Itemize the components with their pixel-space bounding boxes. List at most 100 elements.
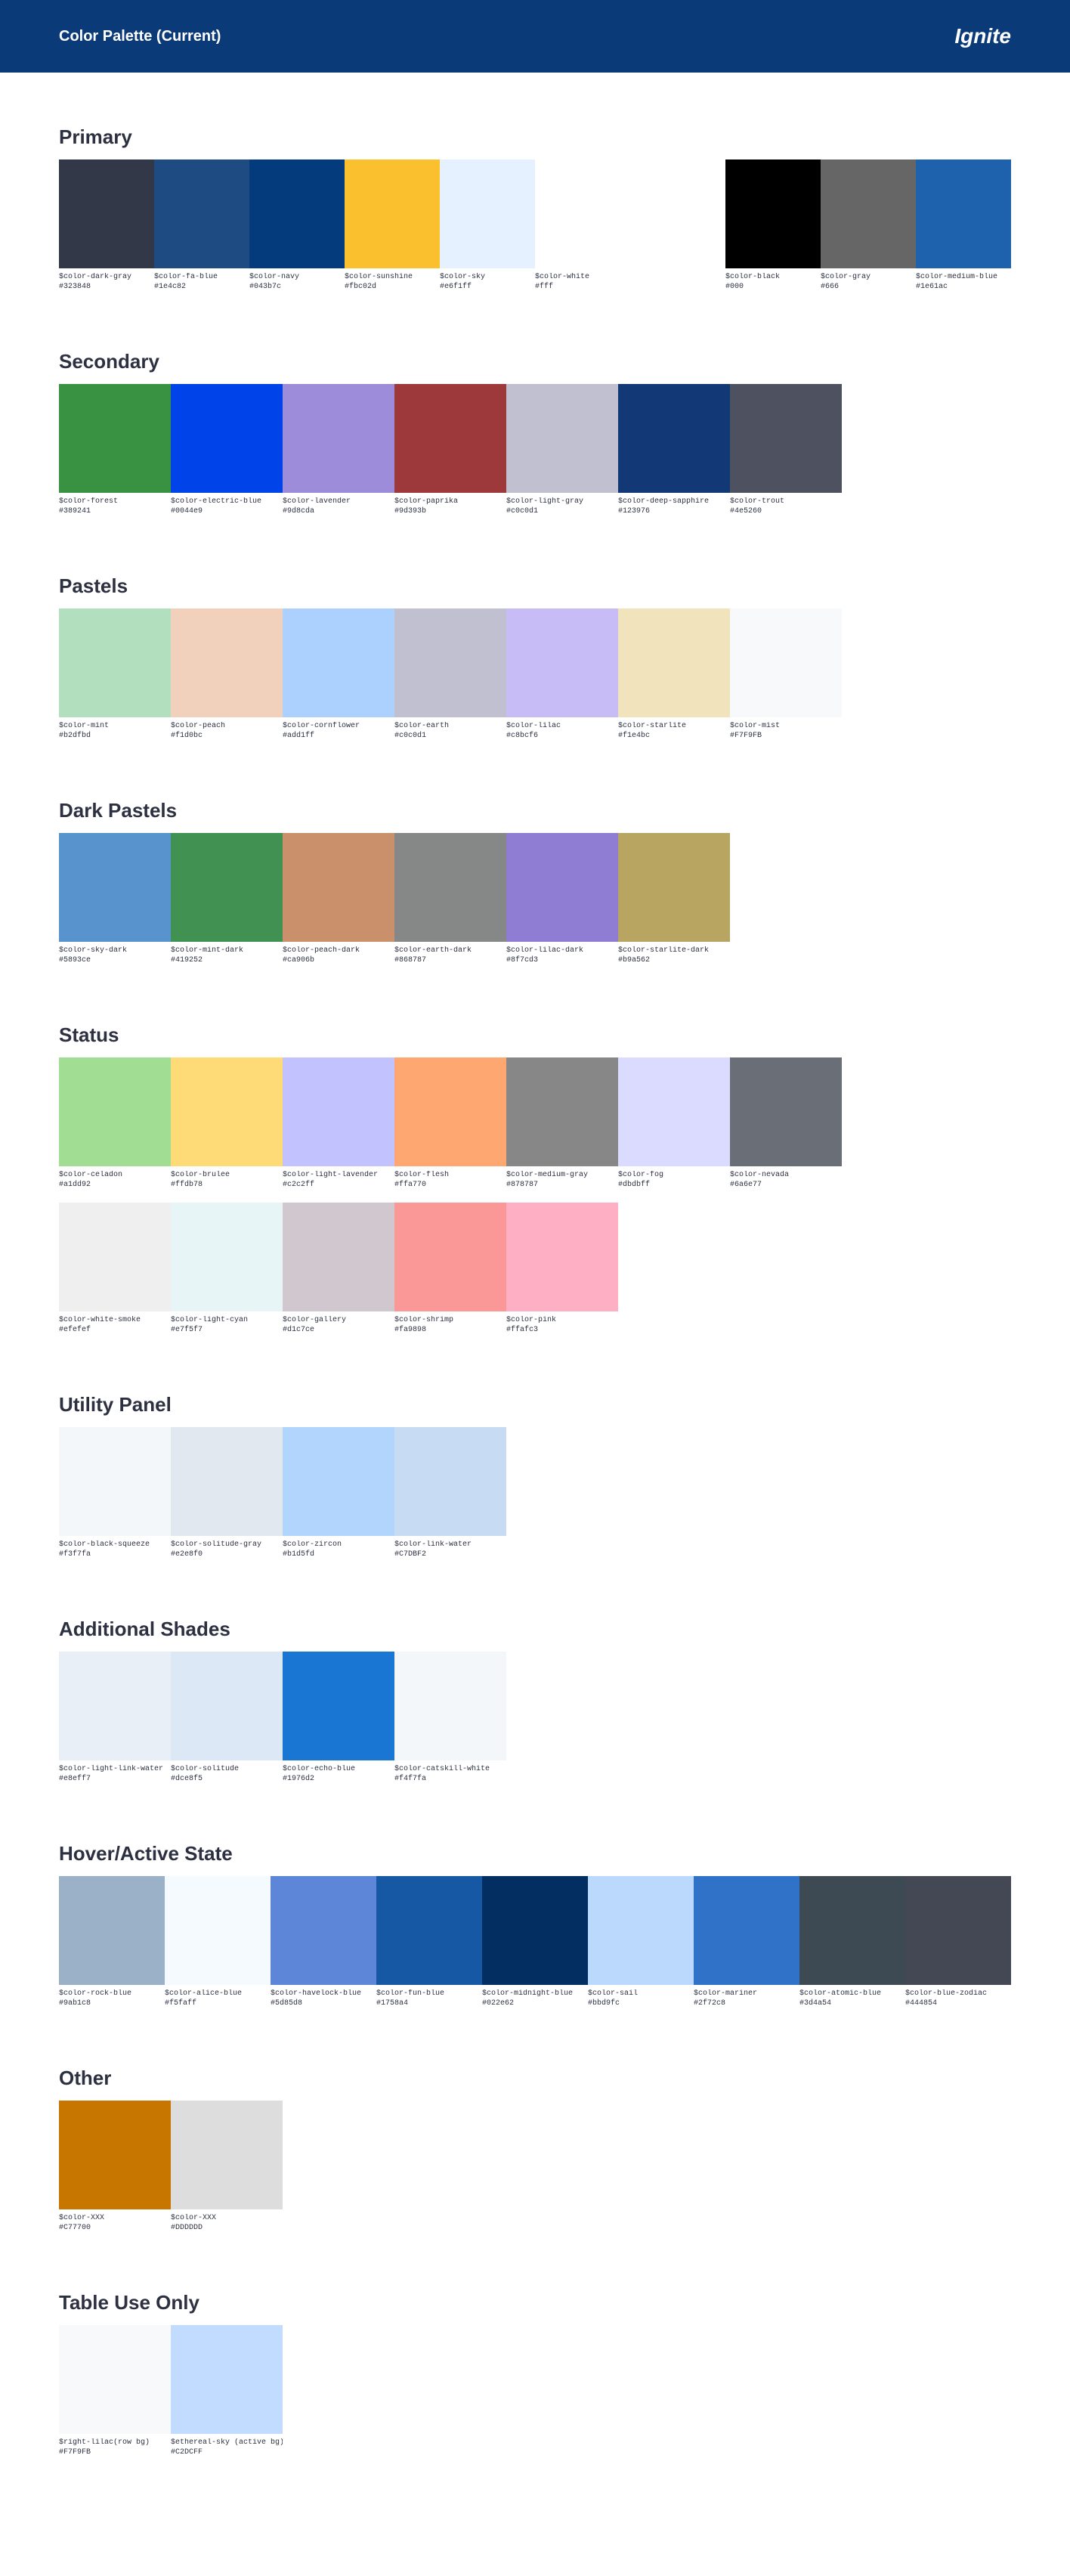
color-swatch: $color-forest#389241 xyxy=(59,384,171,516)
color-swatch: $color-sail#bbd9fc xyxy=(588,1876,694,2008)
color-box xyxy=(588,1876,694,1985)
swatch-name: $color-starlite-dark xyxy=(618,946,730,955)
color-swatch: $color-nevada#6a6e77 xyxy=(730,1057,842,1189)
swatch-hex: #1e61ac xyxy=(916,283,1011,291)
swatch-name: $color-solitude-gray xyxy=(171,1540,283,1549)
color-swatch: $color-sunshine#fbc02d xyxy=(345,159,440,291)
color-box xyxy=(171,833,283,942)
color-swatch: $color-lilac#c8bcf6 xyxy=(506,608,618,740)
color-swatch: $color-light-cyan#e7f5f7 xyxy=(171,1203,283,1334)
color-swatch: $color-gallery#d1c7ce xyxy=(283,1203,394,1334)
swatch-hex: #3d4a54 xyxy=(799,1999,905,2008)
swatch-name: $color-XXX xyxy=(171,2214,283,2222)
color-swatch: $color-echo-blue#1976d2 xyxy=(283,1652,394,1783)
swatch-hex: #ffa770 xyxy=(394,1181,506,1189)
color-swatch: $color-peach#f1d0bc xyxy=(171,608,283,740)
swatch-row: $color-dark-gray#323848$color-fa-blue#1e… xyxy=(59,159,1011,305)
swatch-hex: #2f72c8 xyxy=(694,1999,799,2008)
color-box xyxy=(283,1203,394,1311)
swatch-row: $color-sky-dark#5893ce$color-mint-dark#4… xyxy=(59,833,1011,978)
swatch-hex: #C77700 xyxy=(59,2224,171,2232)
swatch-name: $color-medium-blue xyxy=(916,273,1011,281)
swatch-hex: #ca906b xyxy=(283,956,394,964)
color-swatch: $color-link-water#C7DBF2 xyxy=(394,1427,506,1559)
swatch-row: $color-celadon#a1dd92$color-brulee#ffdb7… xyxy=(59,1057,1011,1348)
swatch-name: $color-flesh xyxy=(394,1171,506,1179)
color-swatch: $color-peach-dark#ca906b xyxy=(283,833,394,964)
color-swatch: $color-medium-blue #1e61ac xyxy=(916,159,1011,291)
section-title: Secondary xyxy=(59,350,1011,373)
color-swatch: $color-sky#e6f1ff xyxy=(440,159,535,291)
section-title: Table Use Only xyxy=(59,2291,1011,2314)
color-swatch: $color-lavender#9d8cda xyxy=(283,384,394,516)
color-box xyxy=(171,1427,283,1536)
swatch-hex: #1976d2 xyxy=(283,1775,394,1783)
color-swatch: $color-lilac-dark#8f7cd3 xyxy=(506,833,618,964)
swatch-name: $color-light-cyan xyxy=(171,1316,283,1324)
swatch-name: $ethereal-sky (active bg) xyxy=(171,2438,283,2447)
swatch-name: $color-white xyxy=(535,273,630,281)
color-swatch: $right-lilac(row bg)#F7F9FB xyxy=(59,2325,171,2457)
swatch-hex: #389241 xyxy=(59,507,171,516)
swatch-name: $color-mariner xyxy=(694,1989,799,1998)
swatch-hex: #C2DCFF xyxy=(171,2448,283,2457)
swatch-hex: #c2c2ff xyxy=(283,1181,394,1189)
color-swatch: $color-fun-blue#1758a4 xyxy=(376,1876,482,2008)
swatch-name: $color-deep-sapphire xyxy=(618,497,730,506)
color-box xyxy=(440,159,535,268)
section-title: Hover/Active State xyxy=(59,1842,1011,1865)
swatch-hex: #c0c0d1 xyxy=(394,732,506,740)
swatch-name: $color-shrimp xyxy=(394,1316,506,1324)
section-hover: Hover/Active State $color-rock-blue#9ab1… xyxy=(59,1842,1011,2021)
content: Primary $color-dark-gray#323848$color-fa… xyxy=(0,73,1070,2576)
color-box xyxy=(59,1652,171,1760)
swatch-name: $color-light-lavender xyxy=(283,1171,394,1179)
color-box xyxy=(725,159,821,268)
swatch-name: $color-black xyxy=(725,273,821,281)
swatch-name: $right-lilac(row bg) xyxy=(59,2438,171,2447)
section-utility: Utility Panel $color-black-squeeze#f3f7f… xyxy=(59,1393,1011,1572)
swatch-hex: #d1c7ce xyxy=(283,1326,394,1334)
color-box xyxy=(165,1876,271,1985)
color-swatch: $color-white #fff xyxy=(535,159,630,291)
color-box xyxy=(506,384,618,493)
swatch-row: $color-black-squeeze#f3f7fa$color-solitu… xyxy=(59,1427,1011,1572)
swatch-name: $color-white-smoke xyxy=(59,1316,171,1324)
section-other: Other $color-XXX#C77700$color-XXX #DDDDDD xyxy=(59,2067,1011,2246)
swatch-hex: #e6f1ff xyxy=(440,283,535,291)
color-swatch: $color-light-link-water#e8eff7 xyxy=(59,1652,171,1783)
swatch-hex: #a1dd92 xyxy=(59,1181,171,1189)
color-box xyxy=(171,384,283,493)
color-swatch: $color-celadon#a1dd92 xyxy=(59,1057,171,1189)
swatch-hex: #9d393b xyxy=(394,507,506,516)
swatch-name: $color-nevada xyxy=(730,1171,842,1179)
swatch-name: $color-navy xyxy=(249,273,345,281)
swatch-hex: #fff xyxy=(535,283,630,291)
color-swatch: $color-fog#dbdbff xyxy=(618,1057,730,1189)
swatch-row: $color-mint#b2dfbd$color-peach#f1d0bc$co… xyxy=(59,608,1011,754)
color-box xyxy=(59,384,171,493)
swatch-hex: #C7DBF2 xyxy=(394,1550,506,1559)
swatch-hex: #022e62 xyxy=(482,1999,588,2008)
section-additional: Additional Shades $color-light-link-wate… xyxy=(59,1618,1011,1797)
color-swatch: $color-XXX #DDDDDD xyxy=(171,2101,283,2232)
color-swatch: $color-paprika#9d393b xyxy=(394,384,506,516)
swatch-hex: #F7F9FB xyxy=(730,732,842,740)
swatch-name: $color-lavender xyxy=(283,497,394,506)
swatch-name: $color-solitude xyxy=(171,1765,283,1773)
swatch-name: $color-forest xyxy=(59,497,171,506)
color-box xyxy=(730,1057,842,1166)
color-box xyxy=(506,608,618,717)
swatch-name: $color-cornflower xyxy=(283,722,394,730)
color-box xyxy=(916,159,1011,268)
section-title: Other xyxy=(59,2067,1011,2090)
swatch-hex: #f3f7fa xyxy=(59,1550,171,1559)
color-swatch: $color-solitude#dce8f5 xyxy=(171,1652,283,1783)
color-swatch: $color-alice-blue#f5faff xyxy=(165,1876,271,2008)
color-box xyxy=(59,833,171,942)
color-box xyxy=(905,1876,1011,1985)
color-swatch: $color-catskill-white#f4f7fa xyxy=(394,1652,506,1783)
color-swatch: $color-black#000 xyxy=(725,159,821,291)
swatch-hex: #444854 xyxy=(905,1999,1011,2008)
swatch-hex: #DDDDDD xyxy=(171,2224,283,2232)
